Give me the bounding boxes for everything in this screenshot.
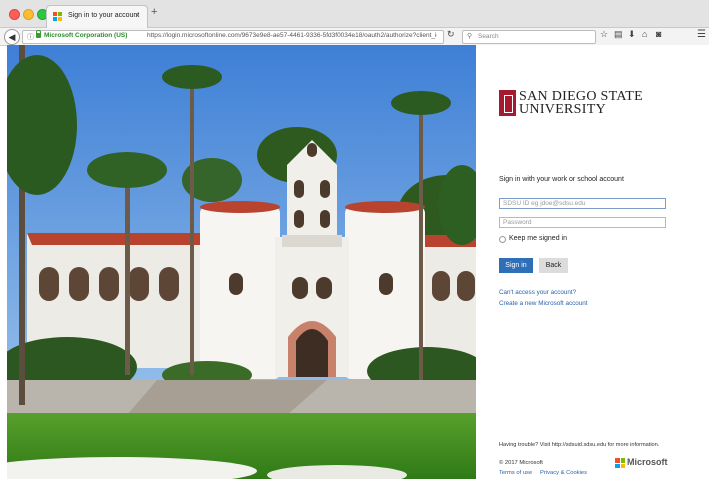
- keep-signed-in-checkbox[interactable]: [499, 236, 506, 243]
- browser-tab[interactable]: Sign in to your account ×: [46, 5, 148, 28]
- window-minimize-button[interactable]: [23, 9, 34, 20]
- search-icon: ⚲: [467, 33, 473, 40]
- search-placeholder: Search: [478, 33, 499, 40]
- keep-signed-in-label: Keep me signed in: [509, 235, 567, 242]
- microsoft-favicon-icon: [53, 12, 63, 22]
- pocket-icon[interactable]: ◙: [656, 29, 661, 39]
- bookmark-star-icon[interactable]: ☆: [600, 29, 608, 40]
- back-arrow-icon[interactable]: ◀: [4, 29, 20, 45]
- url-text[interactable]: https://login.microsoftonline.com/9673e9…: [147, 32, 437, 39]
- back-button[interactable]: Back: [539, 258, 568, 273]
- window-close-button[interactable]: [9, 9, 20, 20]
- privacy-link[interactable]: Privacy & Cookies: [540, 470, 587, 476]
- tab-title: Sign in to your account: [68, 12, 140, 19]
- browser-toolbar: ◀ ⓘ Microsoft Corporation (US) https://l…: [0, 28, 709, 46]
- site-identity: Microsoft Corporation (US): [44, 32, 128, 39]
- terms-link[interactable]: Terms of use: [499, 470, 532, 476]
- lock-icon[interactable]: [36, 30, 41, 38]
- username-input[interactable]: [499, 198, 666, 209]
- reload-icon[interactable]: ↻: [447, 29, 455, 40]
- download-icon[interactable]: ⬇: [628, 29, 636, 40]
- microsoft-wordmark: Microsoft: [627, 457, 668, 467]
- info-icon[interactable]: ⓘ: [27, 32, 34, 42]
- new-tab-icon[interactable]: +: [151, 7, 157, 18]
- campus-photo: [7, 45, 476, 479]
- password-input[interactable]: [499, 217, 666, 228]
- reading-list-icon[interactable]: ▤: [614, 29, 623, 40]
- sdsu-logo: SAN DIEGO STATE UNIVERSITY: [499, 90, 649, 118]
- signin-heading: Sign in with your work or school account: [499, 176, 624, 183]
- tab-close-icon[interactable]: ×: [135, 11, 140, 20]
- sdsu-wordmark: SAN DIEGO STATE UNIVERSITY: [519, 90, 643, 117]
- help-text: Having trouble? Visit http://sdsuid.sdsu…: [499, 442, 660, 448]
- search-bar[interactable]: ⚲ Search: [462, 30, 596, 44]
- microsoft-grid-icon: [615, 458, 625, 468]
- address-bar[interactable]: ⓘ Microsoft Corporation (US) https://log…: [22, 30, 444, 44]
- browser-tab-bar: Sign in to your account × +: [0, 0, 709, 28]
- signin-panel: SAN DIEGO STATE UNIVERSITY Sign in with …: [476, 45, 709, 479]
- create-account-link[interactable]: Create a new Microsoft account: [499, 300, 588, 307]
- wordmark-line-2: UNIVERSITY: [519, 102, 606, 117]
- sdsu-emblem-icon: [499, 90, 516, 116]
- home-icon[interactable]: ⌂: [642, 29, 647, 39]
- microsoft-logo: Microsoft: [615, 457, 668, 469]
- menu-icon[interactable]: ☰: [697, 29, 706, 40]
- cant-access-link[interactable]: Can't access your account?: [499, 289, 576, 296]
- signin-button[interactable]: Sign in: [499, 258, 533, 273]
- copyright-text: © 2017 Microsoft: [499, 460, 543, 466]
